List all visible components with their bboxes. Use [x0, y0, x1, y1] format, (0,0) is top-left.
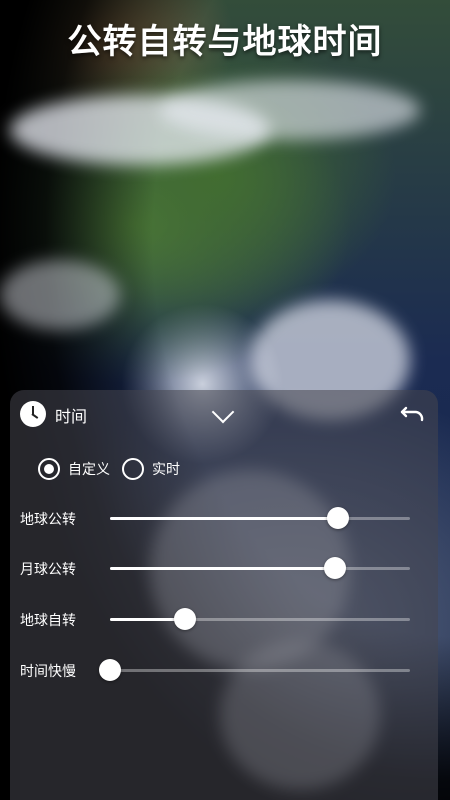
panel-header: 时间 [10, 390, 438, 440]
panel-title: 时间 [55, 407, 88, 426]
slider-track[interactable] [99, 659, 410, 681]
radio-custom-label: 自定义 [68, 462, 110, 478]
slider-time-speed: 时间快慢 [10, 655, 438, 685]
page-title: 公转自转与地球时间 [67, 22, 383, 62]
slider-label: 地球公转 [20, 512, 76, 528]
radio-custom-indicator[interactable] [38, 458, 60, 480]
slider-label: 地球自转 [20, 613, 76, 629]
time-mode-group: 自定义 实时 [38, 458, 192, 480]
slider-thumb[interactable] [324, 557, 346, 579]
time-control-panel: 时间 自定义 实时 地球公转 月球公转 地球自转 时间快慢 [10, 390, 438, 800]
slider-label: 月球公转 [20, 562, 76, 578]
slider-track[interactable] [110, 608, 410, 630]
clock-icon [20, 401, 46, 427]
slider-track[interactable] [110, 557, 410, 579]
radio-realtime-indicator[interactable] [122, 458, 144, 480]
radio-realtime-label: 实时 [152, 462, 180, 478]
slider-fill [110, 517, 338, 520]
slider-label: 时间快慢 [20, 664, 76, 680]
radio-realtime[interactable]: 实时 [122, 458, 180, 480]
slider-moon-revolution: 月球公转 [10, 553, 438, 583]
undo-icon[interactable] [398, 398, 428, 428]
slider-track[interactable] [110, 507, 410, 529]
slider-thumb[interactable] [327, 507, 349, 529]
radio-custom[interactable]: 自定义 [38, 458, 110, 480]
slider-earth-revolution: 地球公转 [10, 503, 438, 533]
slider-fill [110, 567, 335, 570]
chevron-down-icon[interactable] [211, 400, 235, 424]
slider-thumb[interactable] [99, 659, 121, 681]
slider-thumb[interactable] [174, 608, 196, 630]
slider-earth-rotation: 地球自转 [10, 604, 438, 634]
